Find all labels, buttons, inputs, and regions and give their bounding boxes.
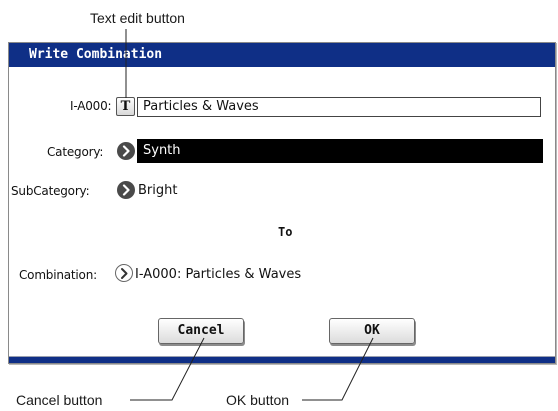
category-value[interactable]: Synth xyxy=(137,139,543,163)
category-label: Category: xyxy=(47,145,104,159)
write-combination-dialog: Write Combination I-A000: T Particles & … xyxy=(8,42,556,364)
program-number-label: I-A000: xyxy=(70,99,112,113)
callout-text-edit-button: Text edit button xyxy=(90,10,185,26)
callout-ok-button: OK button xyxy=(226,392,290,408)
subcategory-label: SubCategory: xyxy=(11,184,90,198)
dialog-bottom-bar xyxy=(9,356,555,363)
arrow-right-circle-icon xyxy=(122,184,130,196)
text-edit-button[interactable]: T xyxy=(116,97,135,116)
arrow-right-circle-icon xyxy=(121,268,128,279)
destination-label: Combination: xyxy=(19,268,97,282)
category-popup-button[interactable] xyxy=(117,142,135,160)
ok-button[interactable]: OK xyxy=(329,318,415,344)
callout-cancel-button: Cancel button xyxy=(16,392,103,408)
subcategory-popup-button[interactable] xyxy=(117,181,135,199)
arrow-right-circle-icon xyxy=(122,145,130,157)
to-heading: To xyxy=(278,225,293,239)
dialog-title: Write Combination xyxy=(9,43,555,67)
combination-name-field[interactable]: Particles & Waves xyxy=(137,97,541,117)
text-edit-icon: T xyxy=(120,99,131,114)
destination-value: I-A000: Particles & Waves xyxy=(135,267,302,282)
destination-popup-button[interactable] xyxy=(115,264,133,282)
cancel-button[interactable]: Cancel xyxy=(158,318,244,344)
subcategory-value: Bright xyxy=(138,183,178,198)
